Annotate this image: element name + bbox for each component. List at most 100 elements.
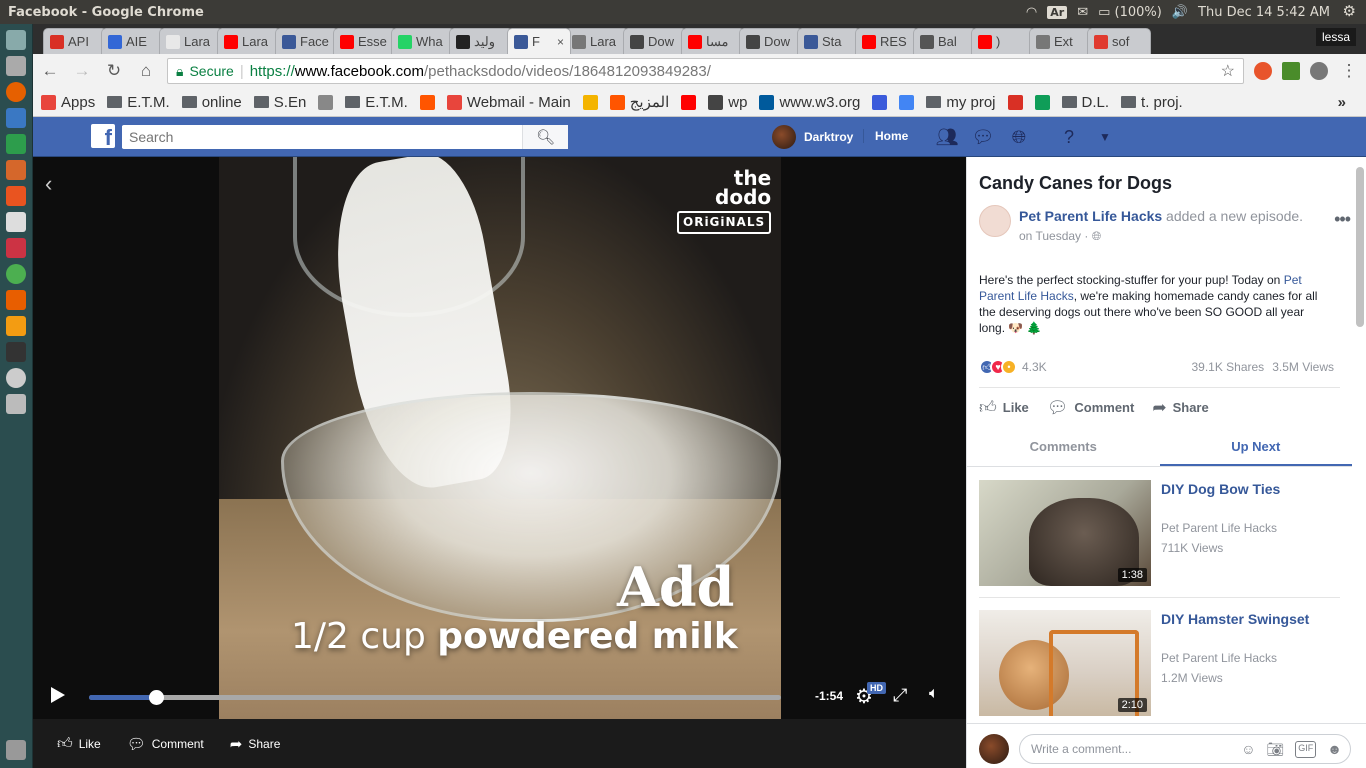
launcher-files-icon[interactable] [6, 56, 26, 76]
search-icon[interactable]: 🔍︎ [522, 125, 568, 149]
keyboard-layout-indicator[interactable]: Ar [1047, 5, 1068, 19]
battery-indicator[interactable]: ▭ (100%) [1098, 5, 1162, 20]
bookmark-item[interactable] [419, 94, 435, 110]
launcher-settings-icon[interactable] [6, 238, 26, 258]
browser-tab[interactable]: مسا [681, 28, 745, 54]
share-count[interactable]: 39.1K Shares [1191, 360, 1264, 374]
page-avatar[interactable] [979, 205, 1011, 237]
launcher-disk-icon[interactable] [6, 394, 26, 414]
more-options-icon[interactable]: ••• [1334, 209, 1351, 230]
page-name-link[interactable]: Pet Parent Life Hacks [1019, 208, 1162, 224]
browser-tab[interactable]: F × [507, 28, 571, 54]
browser-tab[interactable]: sof [1087, 28, 1151, 54]
video-comment-button[interactable]: 💬︎ Comment [127, 735, 204, 753]
bookmark-item[interactable] [1034, 94, 1050, 110]
bookmark-item[interactable]: Apps [41, 94, 95, 111]
profile-link[interactable]: Darktroy [772, 125, 853, 149]
wifi-icon[interactable]: ◠ [1026, 5, 1037, 20]
progress-handle[interactable] [149, 690, 165, 705]
launcher-dash-icon[interactable] [6, 30, 26, 50]
play-icon[interactable] [51, 687, 65, 703]
browser-tab[interactable]: Esse [333, 28, 397, 54]
bookmark-item[interactable] [872, 94, 888, 110]
launcher-cone-icon[interactable] [6, 316, 26, 336]
progress-bar[interactable] [89, 690, 781, 705]
launcher-software-icon[interactable] [6, 186, 26, 206]
volume-icon[interactable]: 🔈︎ [929, 685, 939, 703]
bookmark-item[interactable] [899, 94, 915, 110]
reaction-count[interactable]: 4.3K [1022, 360, 1047, 374]
friend-requests-icon[interactable]: 👥︎ [936, 126, 959, 148]
browser-tab[interactable]: Dow [623, 28, 687, 54]
bookmark-item[interactable]: wp [708, 94, 747, 111]
bookmark-item[interactable]: Webmail - Main [446, 94, 571, 111]
home-icon[interactable]: ⌂ [135, 60, 157, 82]
bookmark-item[interactable] [582, 94, 598, 110]
browser-tab[interactable]: Lara [159, 28, 223, 54]
browser-tab[interactable]: Ext [1029, 28, 1093, 54]
bookmark-item[interactable]: E.T.M. [107, 94, 170, 111]
emoji-icon[interactable]: ☺ [1241, 741, 1255, 758]
address-bar[interactable]: 🔒︎ Secure | https://www.facebook.com/pet… [167, 58, 1244, 84]
post-time[interactable]: on Tuesday · 🌐︎ [1019, 229, 1101, 243]
volume-icon[interactable]: 🔊 [1172, 5, 1188, 20]
launcher-firefox-icon[interactable] [6, 82, 26, 102]
browser-tab[interactable]: Lara [565, 28, 629, 54]
bookmark-item[interactable]: online [181, 94, 242, 111]
back-chevron-icon[interactable]: ‹ [45, 171, 52, 197]
power-icon[interactable]: ⚙ [1343, 2, 1356, 20]
browser-tab[interactable]: API [43, 28, 107, 54]
sticker-icon[interactable]: ☻ [1327, 741, 1342, 758]
profile-button[interactable]: lessa [1315, 28, 1356, 46]
launcher-calc-icon[interactable] [6, 134, 26, 154]
camera-icon[interactable]: 📷︎ [1266, 741, 1284, 758]
bookmark-item[interactable]: my proj [926, 94, 996, 111]
messenger-icon[interactable]: 💬︎ [972, 126, 995, 148]
browser-tab[interactable]: Wha [391, 28, 455, 54]
facebook-logo[interactable]: f [91, 124, 115, 148]
browser-tab[interactable]: Sta [797, 28, 861, 54]
video-thumbnail[interactable]: 1:38 [979, 480, 1151, 586]
menu-kebab-icon[interactable]: ⋮ [1338, 60, 1360, 82]
gif-icon[interactable]: GIF [1295, 740, 1317, 758]
launcher-amazon-icon[interactable] [6, 212, 26, 232]
back-icon[interactable]: ← [39, 60, 61, 82]
mail-icon[interactable]: ✉ [1077, 5, 1088, 20]
bookmark-item[interactable] [1007, 94, 1023, 110]
share-button[interactable]: ➦ Share [1152, 397, 1208, 418]
clock[interactable]: Thu Dec 14 5:42 AM [1198, 5, 1330, 20]
video-like-button[interactable]: 👍︎ Like [57, 735, 101, 753]
up-next-item[interactable]: 2:10 DIY Hamster Swingset Pet Parent Lif… [979, 610, 1340, 716]
tab-comments[interactable]: Comments [967, 434, 1160, 466]
launcher-vlc-icon[interactable] [6, 290, 26, 310]
extension-icon-3[interactable] [1310, 62, 1328, 80]
help-icon[interactable]: ? [1058, 126, 1080, 148]
browser-tab[interactable]: ) [971, 28, 1035, 54]
video-player[interactable]: ‹ the dodo ORiGiNALS Add 1/2 cup powdere… [33, 157, 966, 719]
reload-icon[interactable]: ↻ [103, 60, 125, 82]
fullscreen-icon[interactable]: ⤢ [893, 685, 907, 706]
browser-tab[interactable]: وليد [449, 28, 513, 54]
launcher-clock-icon[interactable] [6, 368, 26, 388]
close-tab-icon[interactable]: × [557, 35, 564, 49]
extension-icon-1[interactable] [1254, 62, 1272, 80]
up-next-title[interactable]: DIY Hamster Swingset [1161, 611, 1309, 627]
side-scrollbar[interactable] [1356, 167, 1364, 327]
launcher-impress-icon[interactable] [6, 160, 26, 180]
bookmark-item[interactable]: www.w3.org [759, 94, 860, 111]
browser-tab[interactable]: Bal [913, 28, 977, 54]
bookmark-item[interactable]: t. proj. [1121, 94, 1183, 111]
browser-tab[interactable]: Face [275, 28, 339, 54]
like-button[interactable]: 👍︎ Like [979, 397, 1029, 418]
wow-reaction-icon[interactable]: • [1001, 359, 1017, 375]
search-input[interactable] [122, 126, 522, 148]
launcher-trash-icon[interactable] [6, 740, 26, 760]
launcher-chrome-icon[interactable] [6, 264, 26, 284]
video-share-button[interactable]: ➦ Share [230, 735, 281, 753]
up-next-title[interactable]: DIY Dog Bow Ties [1161, 481, 1280, 497]
comment-input[interactable]: Write a comment... ☺ 📷︎ GIF ☻ [1019, 734, 1351, 764]
notifications-globe-icon[interactable]: 🌐︎ [1008, 126, 1030, 148]
browser-tab[interactable]: RES [855, 28, 919, 54]
bookmark-item[interactable]: D.L. [1061, 94, 1109, 111]
bookmark-item[interactable]: E.T.M. [345, 94, 408, 111]
